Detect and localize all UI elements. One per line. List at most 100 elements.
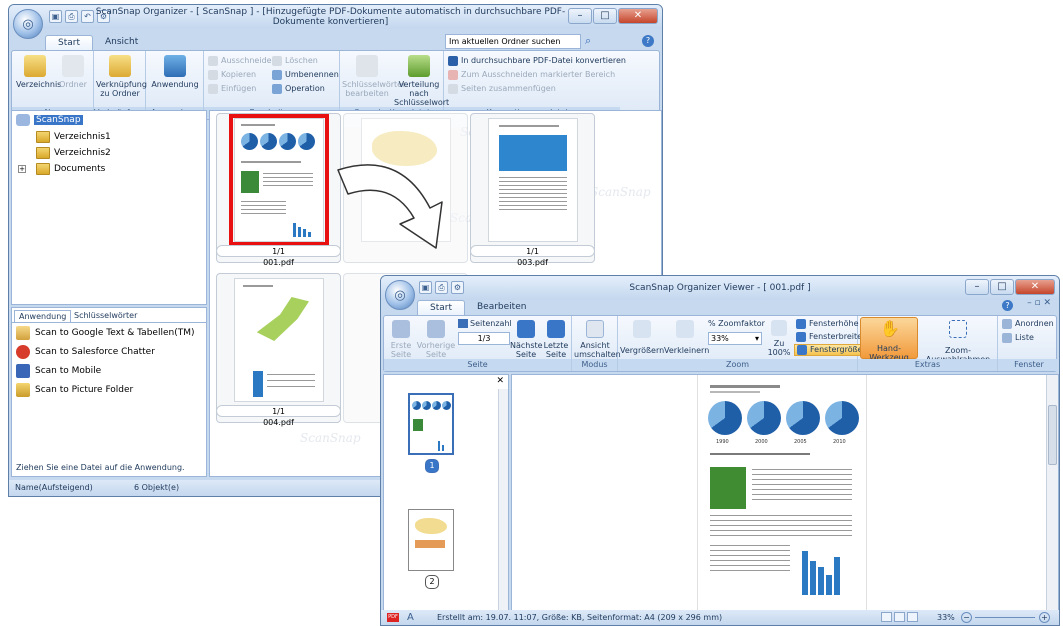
vergroessern-button[interactable]: Vergrößern: [620, 320, 664, 355]
verzeichnis-button[interactable]: Verzeichnis: [16, 55, 61, 89]
ribbon-minimize-icon[interactable]: – ▫ ✕: [1027, 298, 1051, 308]
undo-icon[interactable]: ↶: [81, 10, 94, 23]
tab-ansicht[interactable]: Ansicht: [93, 35, 150, 51]
zoom-slider[interactable]: [975, 617, 1035, 618]
search-box[interactable]: Im aktuellen Ordner suchen: [445, 34, 581, 49]
app-salesforce-chatter[interactable]: Scan to Salesforce Chatter: [16, 345, 155, 359]
file-thumbnail-004[interactable]: [216, 273, 341, 423]
zoom-percent: 33%: [937, 613, 955, 622]
quick-access-toolbar: ▣ ⎙ ↶ ⚙: [49, 10, 110, 23]
anordnen-button[interactable]: Anordnen: [1002, 319, 1054, 329]
group-label-seite: Seite: [384, 359, 571, 371]
settings-icon[interactable]: ⚙: [97, 10, 110, 23]
zoom-factor-select[interactable]: 33% ▾: [708, 332, 762, 345]
zoom-in-button[interactable]: +: [1039, 612, 1050, 623]
viewer-title: ScanSnap Organizer Viewer - [ 001.pdf ]: [629, 283, 811, 293]
pdf-icon: PDF: [387, 613, 399, 622]
maximize-button[interactable]: □: [990, 279, 1014, 295]
help-icon[interactable]: ?: [1002, 300, 1013, 311]
verknuepfung-button[interactable]: Verknüpfung zu Ordner: [96, 55, 147, 98]
viewer-thumbnail-pane: ✕ 1 2: [383, 374, 509, 611]
pie-chart-1: [708, 401, 742, 435]
schluesselwoerter-button[interactable]: Schlüsselwörter bearbeiten: [342, 55, 405, 98]
fenstergroesse-button[interactable]: Fenstergröße: [794, 344, 866, 356]
letzte-seite-button[interactable]: Letzte Seite: [542, 320, 570, 359]
app-menu-orb[interactable]: ◎: [13, 9, 43, 39]
thumbnail-page-2[interactable]: [408, 509, 454, 571]
marked-area-button[interactable]: Zum Ausschneiden markierter Bereich: [448, 70, 615, 80]
verkleinern-button[interactable]: Verkleinern: [664, 320, 709, 355]
file-thumbnail-001[interactable]: [216, 113, 341, 263]
bar-graphic: [818, 567, 824, 595]
viewer-app-menu-orb[interactable]: ◎: [385, 280, 415, 310]
close-pane-icon[interactable]: ✕: [496, 376, 504, 386]
copy-icon: [208, 70, 218, 80]
app-picture-folder[interactable]: Scan to Picture Folder: [16, 383, 133, 397]
verteilung-button[interactable]: Verteilung nach Schlüsselwort: [394, 55, 449, 107]
tree-item-verzeichnis1[interactable]: Verzeichnis1: [36, 131, 111, 143]
thumbnail-page-1[interactable]: [408, 393, 454, 455]
save-icon[interactable]: ▣: [419, 281, 432, 294]
tab-anwendung[interactable]: Anwendung: [14, 310, 72, 322]
fensterbreite-button[interactable]: Fensterbreite: [796, 332, 862, 342]
pie-chart-3: [786, 401, 820, 435]
tab-start[interactable]: Start: [45, 35, 93, 51]
maximize-button[interactable]: □: [593, 8, 617, 24]
expand-icon[interactable]: +: [18, 165, 26, 173]
bar-graphic: [834, 557, 840, 595]
operation-button[interactable]: Operation: [272, 84, 325, 94]
help-icon[interactable]: ?: [642, 35, 654, 47]
minimize-button[interactable]: –: [568, 8, 592, 24]
umbenennen-button[interactable]: Umbenennen: [272, 70, 339, 80]
liste-button[interactable]: Liste: [1002, 333, 1034, 343]
group-extras: ✋ Hand-Werkzeug Zoom-Auswahlrahmen Extra…: [858, 316, 998, 371]
rename-icon: [272, 70, 282, 80]
minimize-button[interactable]: –: [965, 279, 989, 295]
merge-icon: [448, 84, 458, 94]
print-icon[interactable]: ⎙: [435, 281, 448, 294]
tree-item-documents[interactable]: + Documents: [18, 163, 105, 175]
zoom-out-button[interactable]: −: [961, 612, 972, 623]
page-number-field[interactable]: 1/3: [458, 332, 510, 345]
app-mobile[interactable]: Scan to Mobile: [16, 364, 101, 378]
scrollbar-thumb[interactable]: [1048, 405, 1057, 465]
hand-icon: ✋: [880, 319, 900, 338]
ausschneiden-button[interactable]: Ausschneiden: [208, 56, 277, 66]
close-button[interactable]: ✕: [1015, 279, 1055, 295]
tab-start[interactable]: Start: [417, 300, 465, 316]
vorherige-seite-button[interactable]: Vorherige Seite: [416, 320, 456, 359]
paste-icon: [208, 84, 218, 94]
tab-bearbeiten[interactable]: Bearbeiten: [465, 300, 538, 316]
hand-werkzeug-button[interactable]: ✋ Hand-Werkzeug: [860, 317, 918, 362]
zoom-auswahlrahmen-button[interactable]: Zoom-Auswahlrahmen: [920, 320, 996, 364]
tree-item-verzeichnis2[interactable]: Verzeichnis2: [36, 147, 111, 159]
fensterhoehe-button[interactable]: Fensterhöhe: [796, 319, 859, 329]
arrange-icon: [1002, 319, 1012, 329]
save-icon[interactable]: ▣: [49, 10, 62, 23]
file-thumbnail-003[interactable]: [470, 113, 595, 263]
ordner-button[interactable]: Ordner: [56, 55, 90, 89]
loeschen-button[interactable]: Löschen: [272, 56, 318, 66]
search-icon[interactable]: ⌕: [585, 34, 591, 48]
print-icon[interactable]: ⎙: [65, 10, 78, 23]
page-number-1: 1: [425, 459, 439, 473]
last-page-icon: [547, 320, 565, 338]
view-mode-icons[interactable]: [881, 612, 918, 622]
app-google-docs[interactable]: Scan to Google Text & Tabellen(TM): [16, 326, 194, 340]
page-scrollbar[interactable]: [1046, 375, 1058, 610]
merge-pages-button[interactable]: Seiten zusammenfügen: [448, 84, 556, 94]
naechste-seite-button[interactable]: Nächste Seite: [510, 320, 543, 359]
viewer-window: ▣ ⎙ ⚙ ScanSnap Organizer Viewer - [ 001.…: [380, 275, 1060, 626]
anwendung-button[interactable]: Anwendung: [150, 55, 200, 89]
convert-searchable-button[interactable]: In durchsuchbare PDF-Datei konvertieren: [448, 56, 626, 66]
einfuegen-button[interactable]: Einfügen: [208, 84, 256, 94]
erste-seite-button[interactable]: Erste Seite: [386, 320, 416, 359]
ansicht-umschalten-button[interactable]: Ansicht umschalten: [574, 320, 621, 359]
tab-schluesselwoerter[interactable]: Schlüsselwörter: [70, 310, 141, 321]
thumbnail-scrollbar[interactable]: [498, 389, 508, 610]
tree-root-scansnap[interactable]: ScanSnap: [16, 114, 83, 126]
close-button[interactable]: ✕: [618, 8, 658, 24]
pie-label: 1990: [716, 439, 729, 445]
settings-icon[interactable]: ⚙: [451, 281, 464, 294]
kopieren-button[interactable]: Kopieren: [208, 70, 256, 80]
